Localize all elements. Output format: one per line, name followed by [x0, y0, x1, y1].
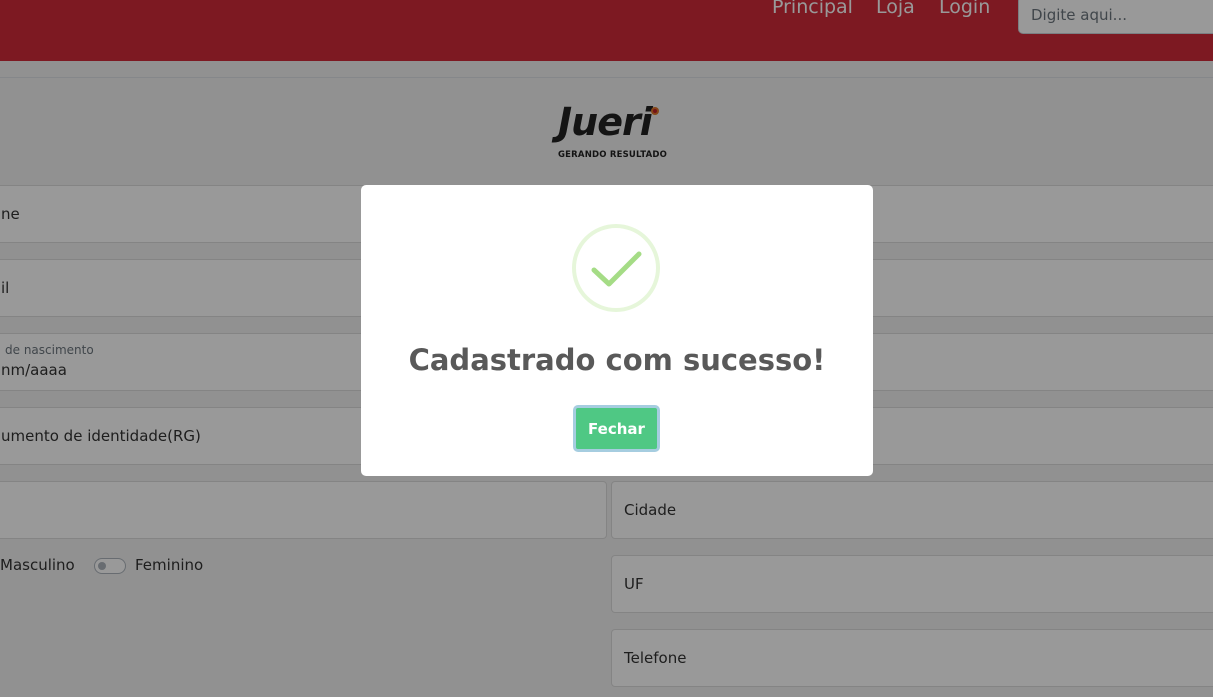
modal-title: Cadastrado com sucesso!: [408, 343, 826, 377]
close-button[interactable]: Fechar: [573, 405, 660, 452]
success-modal: Cadastrado com sucesso! Fechar: [361, 185, 873, 476]
check-circle-icon: [572, 224, 660, 312]
